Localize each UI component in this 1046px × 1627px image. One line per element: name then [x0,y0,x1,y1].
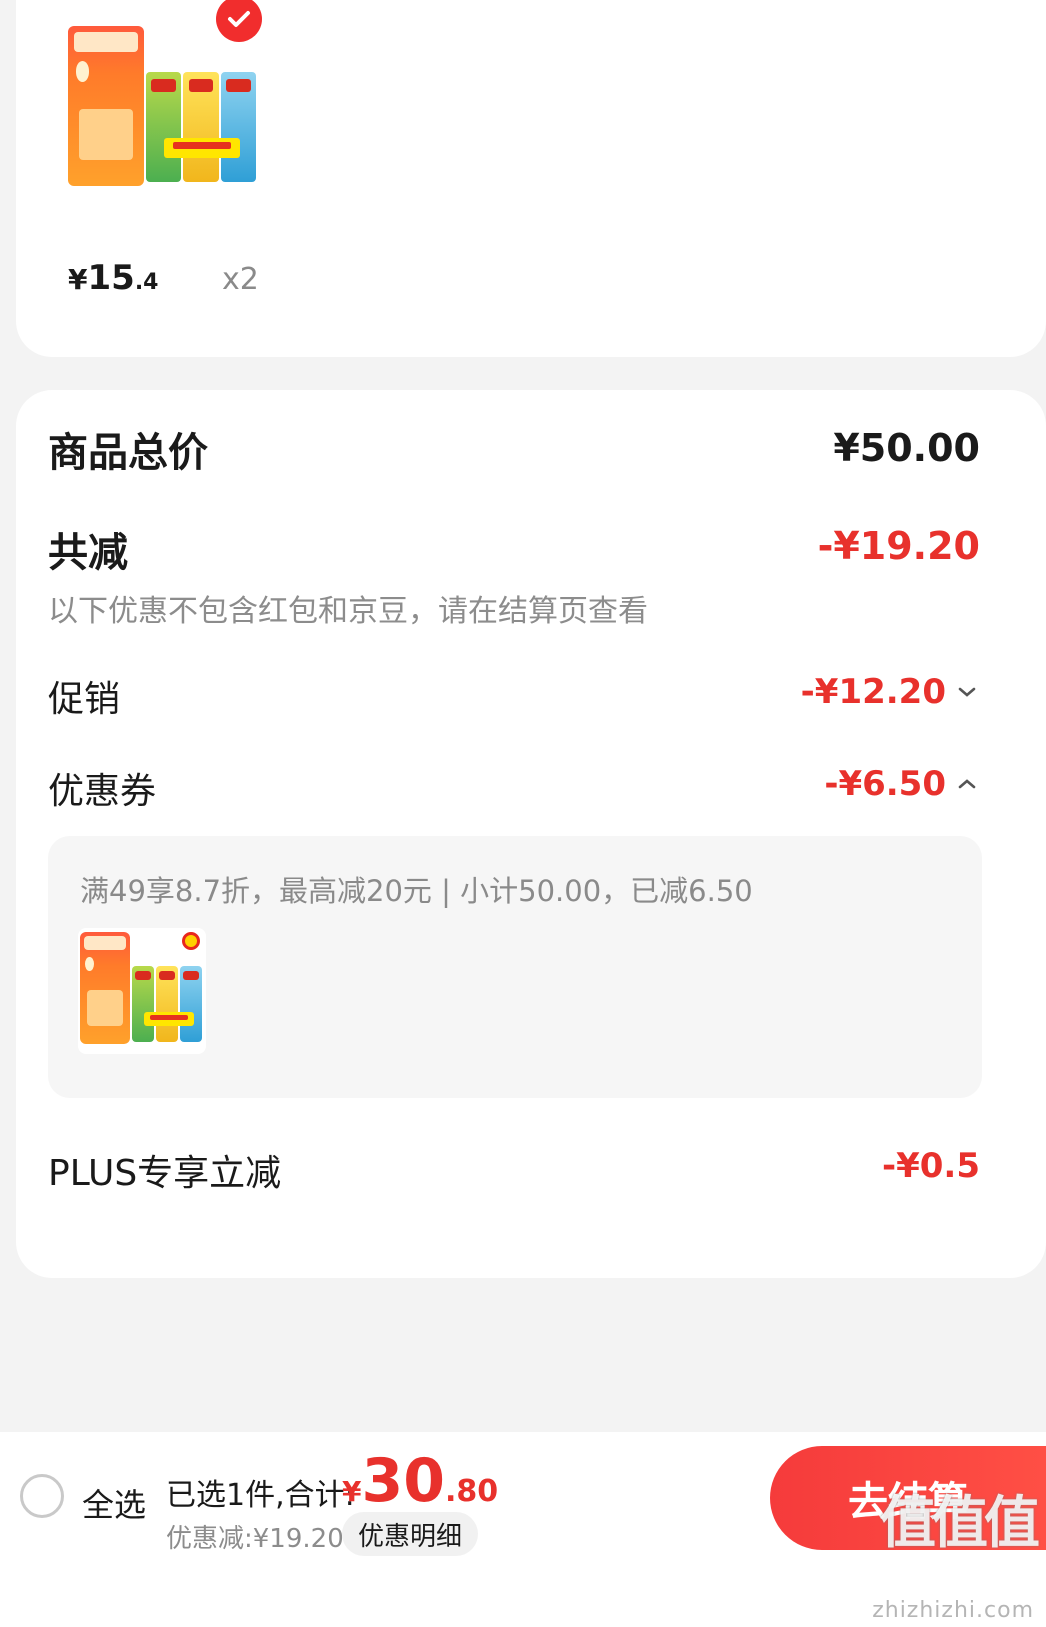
selected-sum-label: 已选1件,合计: [166,1478,355,1513]
coupon-detail-box: 满49享8.7折，最高减20元 | 小计50.00，已减6.50 [48,836,982,1098]
selected-sum-amount: ¥30.80 [342,1446,498,1516]
coupon-description: 满49享8.7折，最高减20元 | 小计50.00，已减6.50 [80,874,753,908]
reduction-value: -¥19.20 [817,524,980,568]
chevron-down-icon [958,687,976,697]
select-all-label[interactable]: 全选 [82,1480,146,1526]
watermark-url: zhizhizhi.com [872,1598,1034,1623]
discount-summary: 优惠减:¥19.20 [166,1524,344,1554]
plus-value: -¥0.5 [882,1146,980,1186]
price-integer: 15 [87,258,135,298]
price-decimal: .4 [134,270,159,295]
select-all-radio[interactable] [20,1474,64,1518]
coupon-product-thumbnail[interactable] [78,928,206,1054]
sum-integer: 30 [361,1446,445,1516]
discount-note: 以下优惠不包含红包和京豆，请在结算页查看 [48,594,648,629]
discount-detail-button[interactable]: 优惠明细 [342,1512,479,1556]
product-quantity: x2 [222,262,259,297]
promo-label: 促销 [48,679,121,720]
coupon-label: 优惠券 [48,771,157,812]
promo-row-toggle[interactable]: -¥12.20 [801,672,980,712]
sum-decimal: .80 [444,1474,499,1509]
coupon-row-toggle[interactable]: -¥6.50 [824,764,980,804]
product-price: ¥15.4 [68,258,158,298]
product-image[interactable] [64,22,264,206]
watermark-logo: 值值值 [880,1491,1040,1556]
coupon-value: -¥6.50 [824,764,946,804]
total-value: ¥50.00 [833,426,980,470]
sum-currency: ¥ [342,1475,362,1508]
total-label: 商品总价 [48,430,208,476]
brand-logo-icon [182,932,200,950]
price-currency: ¥ [68,263,88,296]
chevron-up-icon [958,779,976,789]
reduction-label: 共减 [48,530,128,576]
plus-label: PLUS专享立减 [48,1153,282,1194]
cart-item-card [16,0,1046,357]
promo-value: -¥12.20 [800,672,946,712]
